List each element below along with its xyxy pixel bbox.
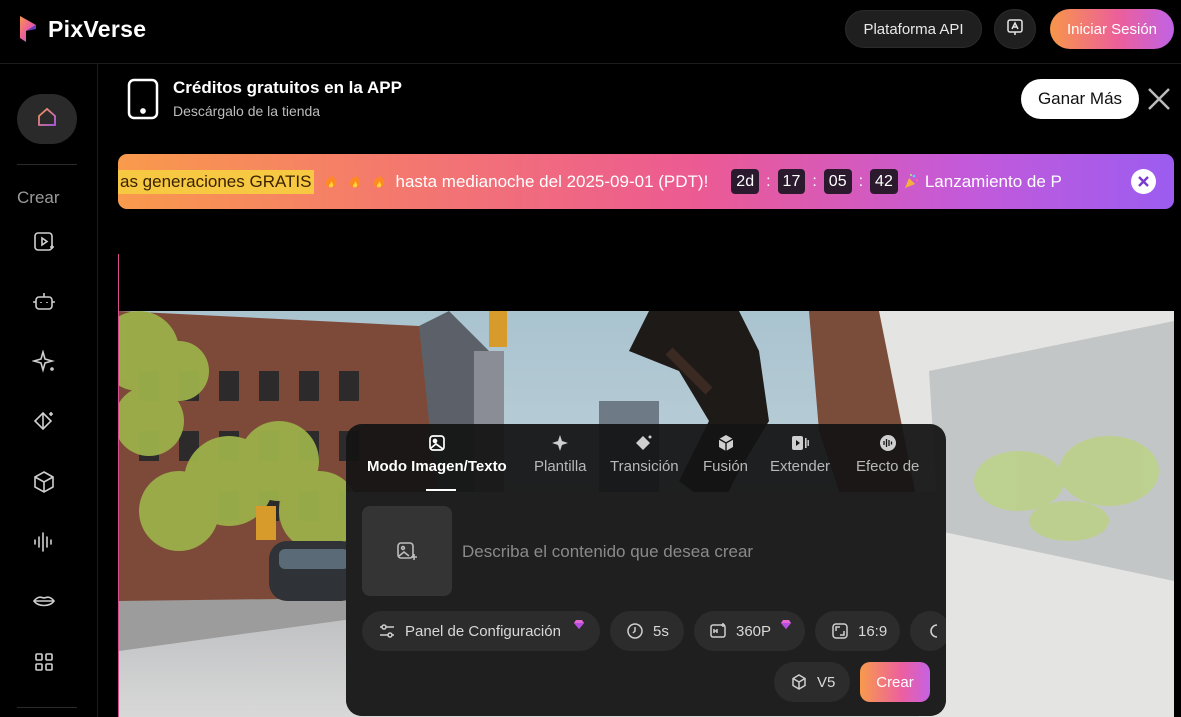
prompt-area: Describa el contenido que desea crear Pa… (346, 492, 946, 716)
brand-logo[interactable]: PixVerse (17, 14, 146, 44)
countdown-days: 2d (731, 169, 760, 194)
more-icon (926, 622, 941, 640)
aspect-ratio-label: 16:9 (858, 622, 888, 640)
cube-icon (717, 434, 735, 452)
sparkle-icon (32, 350, 55, 373)
earn-more-button[interactable]: Ganar Más (1021, 79, 1139, 119)
tab-extend[interactable]: Extender (770, 434, 830, 475)
transition-icon (635, 434, 653, 452)
fire-icon (324, 173, 338, 190)
audio-wave-icon (34, 532, 52, 552)
robot-icon (33, 293, 55, 310)
tab-transition[interactable]: Transición (610, 434, 679, 475)
banner-marquee: as generaciones GRATIS hasta medianoche … (118, 154, 1062, 209)
sliders-icon (378, 622, 396, 640)
play-video-icon (34, 232, 54, 251)
tab-image-text[interactable]: Modo Imagen/Texto (367, 434, 507, 475)
countdown-separator: : (858, 172, 864, 190)
image-icon (428, 434, 446, 452)
tab-template[interactable]: Plantilla (534, 434, 587, 475)
app-promo-bar: Créditos gratuitos en la APP Descárgalo … (98, 64, 1181, 144)
tab-label: Plantilla (534, 458, 587, 475)
sparkle-icon (551, 434, 569, 452)
tab-label: Extender (770, 458, 831, 475)
brand-name: PixVerse (48, 15, 147, 42)
sidebar-item-audio[interactable] (30, 528, 58, 556)
pixverse-logo-icon (17, 14, 39, 44)
login-button[interactable]: Iniciar Sesión (1050, 9, 1174, 49)
settings-panel-label: Panel de Configuración (405, 622, 561, 640)
close-icon[interactable] (1146, 86, 1172, 112)
close-icon (1138, 176, 1149, 187)
fire-icon (348, 173, 362, 190)
aspect-ratio-selector[interactable]: 16:9 (815, 611, 900, 651)
countdown-hours: 17 (777, 169, 806, 194)
tab-label: Transición (610, 458, 679, 475)
creation-panel: Modo Imagen/Texto Plantilla Transición F… (346, 424, 946, 716)
home-icon (36, 106, 58, 133)
fire-icon (372, 173, 386, 190)
sidebar-item-agent[interactable] (30, 288, 58, 316)
image-upload-button[interactable] (362, 506, 452, 596)
duration-selector[interactable]: 5s (610, 611, 684, 651)
mode-tabs: Modo Imagen/Texto Plantilla Transición F… (346, 424, 946, 492)
tab-label: Efecto de (856, 458, 920, 475)
phone-icon (126, 78, 160, 120)
premium-gem-icon (780, 617, 791, 629)
add-image-icon (397, 542, 417, 560)
top-header: PixVerse Plataforma API Iniciar Sesión (0, 0, 1181, 64)
banner-text: hasta medianoche del 2025-09-01 (PDT)! (395, 171, 709, 191)
sidebar-item-effects[interactable] (30, 348, 58, 376)
sidebar-item-transition[interactable] (30, 408, 58, 436)
sidebar-item-home[interactable] (17, 94, 77, 144)
sidebar-item-more[interactable] (30, 648, 58, 676)
clock-icon (626, 622, 644, 640)
promo-title: Créditos gratuitos en la APP (173, 78, 402, 97)
active-tab-indicator (426, 489, 456, 491)
sidebar-divider (17, 164, 77, 165)
tab-fusion[interactable]: Fusión (703, 434, 748, 475)
promo-subtitle: Descárgalo de la tienda (173, 103, 321, 119)
quality-label: 360P (736, 622, 772, 640)
prompt-input[interactable]: Describa el contenido que desea crear (462, 542, 753, 562)
app-store-icon (1006, 18, 1024, 41)
banner-close-button[interactable] (1131, 169, 1156, 194)
quality-selector[interactable]: 360P (694, 611, 805, 651)
create-button[interactable]: Crear (860, 662, 930, 702)
lips-icon (33, 596, 55, 607)
promo-banner[interactable]: as generaciones GRATIS hasta medianoche … (118, 154, 1174, 209)
countdown-separator: : (766, 172, 771, 190)
cube-icon (790, 673, 808, 691)
settings-panel-button[interactable]: Panel de Configuración (362, 611, 600, 651)
tab-label: Modo Imagen/Texto (367, 458, 507, 475)
sidebar: Crear (0, 64, 98, 717)
countdown-separator: : (812, 172, 817, 190)
aspect-ratio-icon (831, 622, 849, 640)
banner-trailing-text: Lanzamiento de P (924, 171, 1062, 191)
audio-icon (879, 434, 897, 452)
model-selector[interactable]: V5 (774, 662, 850, 702)
model-label: V5 (817, 673, 836, 691)
transition-icon (33, 411, 53, 431)
premium-gem-icon (573, 617, 584, 629)
countdown-minutes: 05 (823, 169, 852, 194)
sidebar-item-lipsync[interactable] (30, 588, 58, 616)
sidebar-divider (17, 707, 77, 708)
download-app-button[interactable] (994, 9, 1036, 49)
sidebar-item-video[interactable] (30, 228, 58, 256)
grid-icon (35, 653, 53, 671)
extend-icon (791, 434, 809, 452)
api-platform-button[interactable]: Plataforma API (845, 10, 982, 48)
more-options-chip[interactable] (910, 611, 946, 651)
countdown-seconds: 42 (870, 169, 898, 194)
tab-label: Fusión (703, 458, 749, 475)
tab-sound-effect[interactable]: Efecto de (856, 434, 919, 475)
cube-icon (34, 471, 54, 493)
sidebar-item-fusion[interactable] (30, 468, 58, 496)
duration-label: 5s (653, 622, 669, 640)
banner-highlight: as generaciones GRATIS (118, 169, 314, 194)
sidebar-section-create: Crear (17, 188, 60, 207)
party-popper-icon (903, 173, 919, 190)
resolution-icon (709, 622, 727, 640)
